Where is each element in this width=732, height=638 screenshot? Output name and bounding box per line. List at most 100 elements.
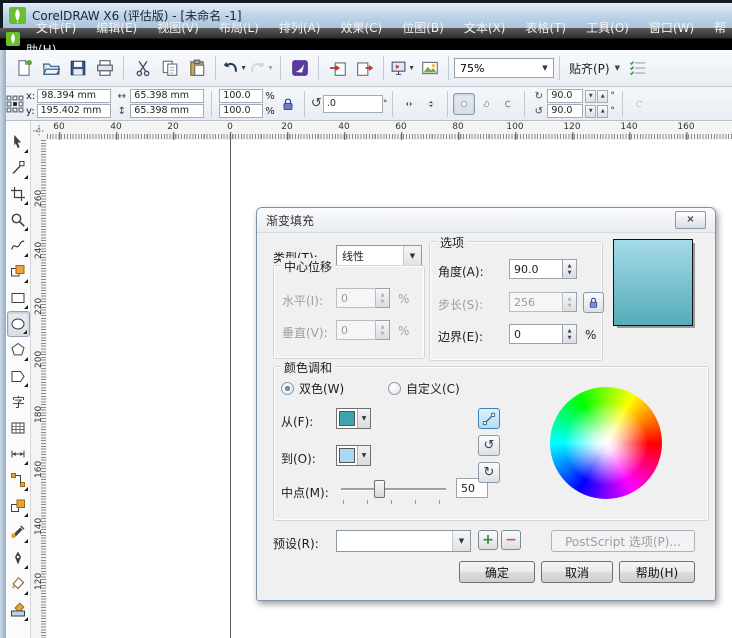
menu-item-effects[interactable]: 效果(C): [330, 21, 392, 35]
mirror-vertical-button[interactable]: [420, 93, 442, 115]
corel-connect-button[interactable]: [287, 56, 312, 81]
from-color-dropdown[interactable]: ▼: [336, 408, 371, 429]
new-document-button[interactable]: [11, 56, 36, 81]
menu-item-edit[interactable]: 编辑(E): [86, 21, 147, 35]
fill-tool[interactable]: [7, 571, 30, 597]
gradient-fill-dialog: 渐变填充 × 类型(T): 线性 ▼ 中心位移 水平(I): 0 ▲▼ % 垂直…: [256, 207, 716, 601]
toolbar-separator: [559, 56, 560, 80]
menu-item-layout[interactable]: 布局(L): [209, 21, 269, 35]
blend-tool[interactable]: [7, 493, 30, 519]
rotation-angle-field[interactable]: .0: [322, 94, 383, 113]
menu-item-arrange[interactable]: 排列(A): [269, 21, 331, 35]
spin-up-icon[interactable]: ▲: [597, 89, 609, 103]
outline-pen-tool[interactable]: [7, 545, 30, 571]
x-position-field[interactable]: 98.394 mm: [37, 89, 112, 103]
steps-lock-button[interactable]: [583, 292, 604, 313]
save-button[interactable]: [65, 56, 90, 81]
object-height-field[interactable]: 65.398 mm: [130, 104, 205, 118]
presets-dropdown[interactable]: ▼: [336, 530, 471, 552]
angle-spinner[interactable]: ▲ ▼: [563, 259, 577, 279]
edge-pad-spinner[interactable]: ▲ ▼: [563, 324, 577, 344]
zoom-tool[interactable]: [7, 207, 30, 233]
connector-tool[interactable]: [7, 467, 30, 493]
text-tool[interactable]: 字: [7, 389, 30, 415]
menu-item-view[interactable]: 视图(V): [147, 21, 209, 35]
mirror-horizontal-button[interactable]: [398, 93, 420, 115]
zoom-level-combo[interactable]: 75% ▼: [454, 58, 554, 78]
scale-h-field[interactable]: 100.0: [219, 89, 264, 103]
pick-tool[interactable]: [7, 129, 30, 155]
slider-track[interactable]: [341, 488, 446, 491]
to-color-dropdown[interactable]: ▼: [336, 445, 371, 466]
vruler-label: 220: [34, 297, 44, 315]
ruler-origin-corner[interactable]: [31, 121, 48, 141]
color-wheel: [550, 387, 662, 499]
lock-ratio-icon[interactable]: [280, 96, 296, 112]
basic-shapes-tool[interactable]: [7, 363, 30, 389]
two-color-radio[interactable]: 双色(W): [281, 380, 344, 397]
menu-item-window[interactable]: 窗口(W): [639, 21, 704, 35]
options-button[interactable]: [625, 56, 650, 81]
scale-v-field[interactable]: 100.0: [219, 104, 264, 118]
menu-item-bitmaps[interactable]: 位图(B): [392, 21, 454, 35]
spin-down-icon[interactable]: ▼: [585, 89, 597, 103]
dimension-tool[interactable]: [7, 441, 30, 467]
menu-item-tools[interactable]: 工具(O): [576, 21, 639, 35]
direct-path-button[interactable]: [478, 408, 500, 429]
ellipse-tool[interactable]: [6, 311, 30, 337]
polygon-tool[interactable]: [7, 337, 30, 363]
menu-item-file[interactable]: 文件(F): [26, 21, 86, 35]
spin-up-icon[interactable]: ▲: [597, 104, 609, 118]
copy-button[interactable]: [157, 56, 182, 81]
end-angle-field[interactable]: 90.0: [547, 104, 584, 118]
pie-mode-button[interactable]: [475, 93, 497, 115]
edge-pad-field[interactable]: 0: [509, 324, 563, 344]
arc-mode-button[interactable]: [497, 93, 519, 115]
paste-button[interactable]: [184, 56, 209, 81]
undo-button[interactable]: ▼: [222, 56, 247, 81]
counterclockwise-path-button[interactable]: ↺: [478, 435, 500, 456]
interactive-fill-tool[interactable]: [7, 597, 30, 623]
app-launcher-button[interactable]: ▼: [390, 56, 415, 81]
smart-fill-tool[interactable]: [7, 259, 30, 285]
object-height-icon: ↕: [117, 105, 126, 117]
add-preset-button[interactable]: +: [478, 530, 498, 550]
flyout-arrow-icon: [23, 617, 28, 621]
y-position-field[interactable]: 195.402 mm: [36, 104, 111, 118]
presets-label: 预设(R):: [273, 537, 319, 551]
menu-item-text[interactable]: 文本(X): [454, 21, 516, 35]
remove-preset-button[interactable]: −: [501, 530, 521, 550]
cut-button[interactable]: [130, 56, 155, 81]
ellipse-mode-button[interactable]: [453, 92, 476, 115]
chevron-down-icon: ▼: [452, 531, 470, 551]
y-position-label: y:: [26, 105, 35, 117]
type-dropdown[interactable]: 线性 ▼: [336, 245, 422, 267]
table-tool[interactable]: [7, 415, 30, 441]
custom-radio[interactable]: 自定义(C): [388, 380, 460, 397]
midpoint-slider[interactable]: [341, 480, 446, 504]
freehand-tool[interactable]: [7, 233, 30, 259]
print-button[interactable]: [92, 56, 117, 81]
shape-tool[interactable]: [7, 155, 30, 181]
clockwise-path-button[interactable]: ↻: [478, 462, 500, 483]
toolbar-separator: [123, 56, 124, 80]
cancel-button[interactable]: 取消: [541, 561, 613, 583]
open-button[interactable]: [38, 56, 63, 81]
dialog-close-button[interactable]: ×: [675, 211, 706, 229]
dialog-title-bar[interactable]: 渐变填充 ×: [257, 208, 715, 233]
rectangle-tool[interactable]: [7, 285, 30, 311]
import-button[interactable]: [325, 56, 350, 81]
crop-tool[interactable]: [7, 181, 30, 207]
menu-item-table[interactable]: 表格(T): [515, 21, 576, 35]
export-button[interactable]: [352, 56, 377, 81]
object-width-field[interactable]: 65.398 mm: [130, 89, 205, 103]
start-angle-field[interactable]: 90.0: [547, 89, 584, 103]
spin-down-icon[interactable]: ▼: [585, 104, 597, 118]
angle-field[interactable]: 90.0: [509, 259, 563, 279]
slider-thumb[interactable]: [374, 480, 385, 498]
welcome-screen-button[interactable]: [417, 56, 442, 81]
help-button[interactable]: 帮助(H): [619, 561, 695, 583]
snap-to-button[interactable]: 贴齐(P) ▼: [565, 60, 624, 77]
color-eyedropper-tool[interactable]: [7, 519, 30, 545]
ok-button[interactable]: 确定: [459, 561, 535, 583]
